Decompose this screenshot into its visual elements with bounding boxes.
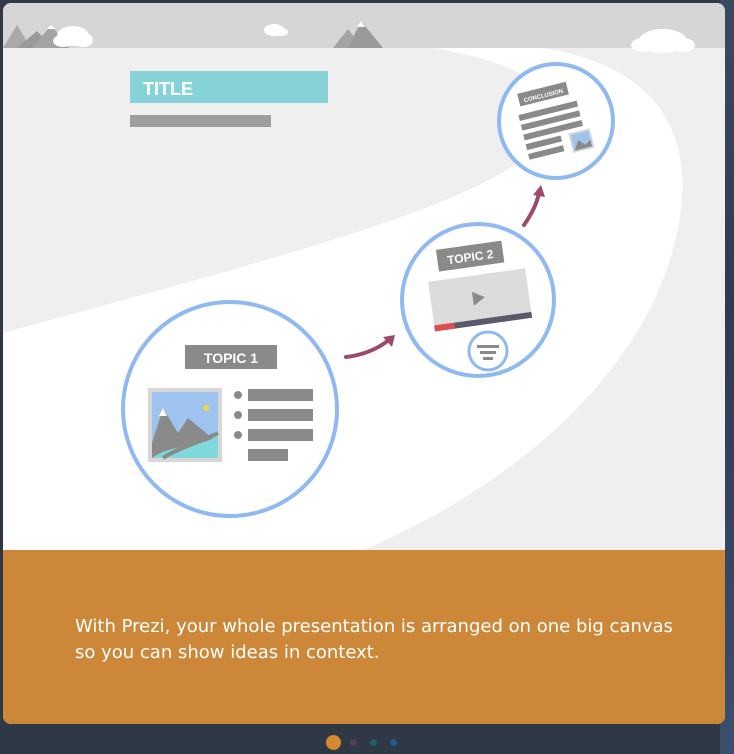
subtitle-placeholder [130,115,271,127]
cloud-icon [53,26,93,47]
landscape-image-icon [148,388,222,462]
pagination-dots [326,735,416,751]
canvas-illustration: TITLE TOPIC 1 TOPIC 2 CONCLUSION [3,21,695,550]
cloud-icon [264,24,288,36]
topic1-label: TOPIC 1 [204,350,258,366]
caption-panel: With Prezi, your whole presentation is a… [3,550,725,724]
mountains-center [333,21,383,48]
pagination-dot-2[interactable] [350,739,357,746]
caption-text: With Prezi, your whole presentation is a… [75,616,673,663]
pagination-dot-4[interactable] [390,739,397,746]
pagination-dot-3[interactable] [370,739,377,746]
pagination-dot-1[interactable] [326,735,341,750]
slide-card: TITLE TOPIC 1 TOPIC 2 CONCLUSION With Pr… [3,3,725,724]
title-label: TITLE [143,79,193,99]
cloud-icon [631,29,695,53]
